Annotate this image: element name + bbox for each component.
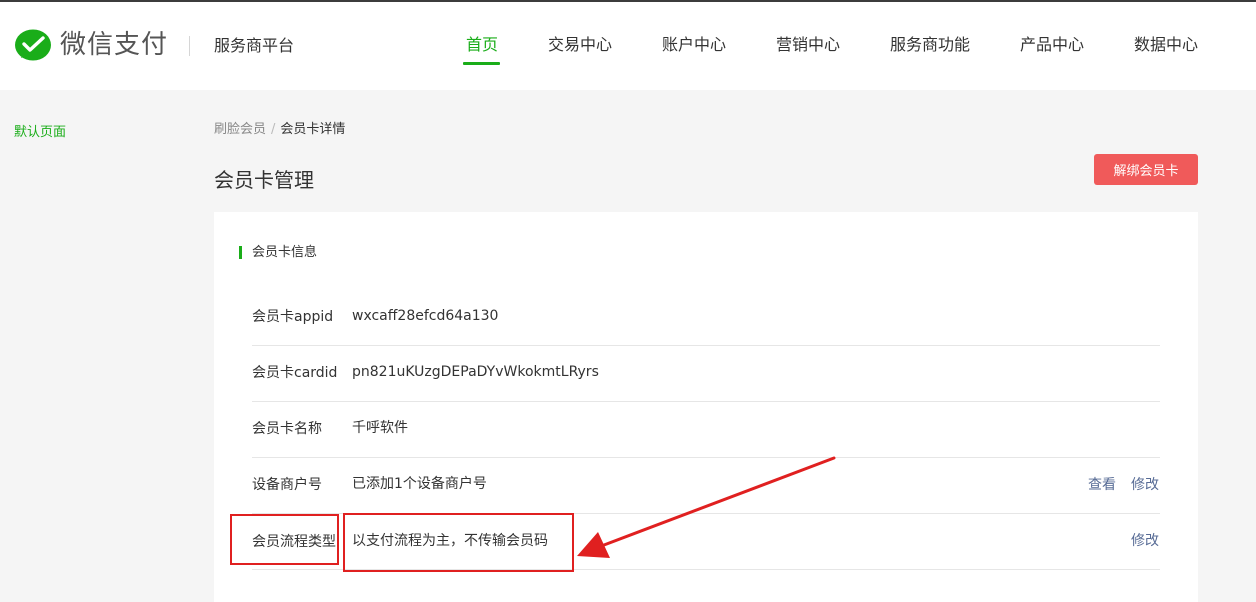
row-value-appid: wxcaff28efcd64a130 (352, 308, 499, 324)
breadcrumb-separator: / (271, 122, 276, 137)
row-divider (252, 401, 1160, 402)
row-value-cardid: pn821uKUzgDEPaDYvWkokmtLRyrs (352, 364, 599, 380)
row-label-appid: 会员卡appid (252, 309, 334, 325)
breadcrumb: 刷脸会员 / 会员卡详情 (214, 120, 345, 140)
nav-item-products[interactable]: 产品中心 (1020, 32, 1084, 58)
nav-item-home[interactable]: 首页 (466, 32, 498, 58)
sidebar-item-default-page[interactable]: 默认页面 (14, 123, 66, 143)
edit-flow-type-link[interactable]: 修改 (1131, 531, 1159, 551)
nav-item-data[interactable]: 数据中心 (1134, 32, 1198, 58)
row-divider (252, 345, 1160, 346)
main-nav: 首页 交易中心 账户中心 营销中心 服务商功能 产品中心 数据中心 (0, 32, 1256, 72)
nav-item-marketing[interactable]: 营销中心 (776, 32, 840, 58)
row-label-card-name: 会员卡名称 (252, 421, 322, 437)
section-accent-bar (239, 246, 242, 259)
unbind-card-button[interactable]: 解绑会员卡 (1094, 154, 1198, 185)
edit-device-merchant-link[interactable]: 修改 (1131, 475, 1159, 495)
nav-active-indicator (463, 62, 500, 65)
annotation-box-value (343, 513, 574, 572)
nav-item-account[interactable]: 账户中心 (662, 32, 726, 58)
row-label-device-merchant: 设备商户号 (252, 477, 322, 493)
section-title: 会员卡信息 (252, 245, 318, 260)
nav-item-transactions[interactable]: 交易中心 (548, 32, 612, 58)
breadcrumb-parent[interactable]: 刷脸会员 (214, 122, 266, 137)
header: 微信支付 服务商平台 首页 交易中心 账户中心 营销中心 服务商功能 产品中心 … (0, 2, 1256, 90)
page-title: 会员卡管理 (214, 168, 314, 192)
row-value-card-name: 千呼软件 (352, 420, 408, 436)
view-device-merchant-link[interactable]: 查看 (1088, 475, 1116, 495)
row-value-device-merchant: 已添加1个设备商户号 (352, 476, 487, 492)
breadcrumb-current: 会员卡详情 (280, 122, 346, 137)
row-label-cardid: 会员卡cardid (252, 365, 338, 381)
nav-item-provider-functions[interactable]: 服务商功能 (890, 32, 970, 58)
row-divider (252, 457, 1160, 458)
annotation-box-label (230, 514, 339, 565)
